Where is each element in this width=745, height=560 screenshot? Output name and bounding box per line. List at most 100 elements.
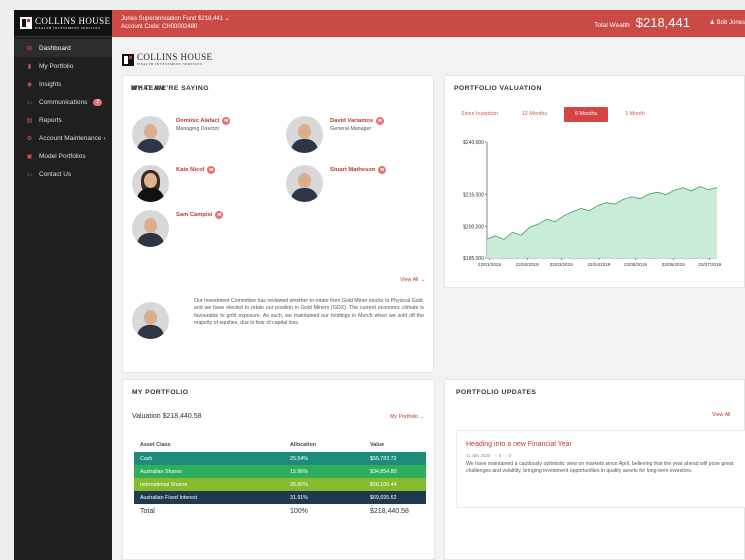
x-tick-label: 22/03/2019 [550, 262, 573, 267]
briefcase-icon: ▣ [26, 153, 33, 160]
avatar [132, 165, 169, 202]
x-tick-label: 22/05/2019 [624, 262, 647, 267]
x-tick-label: 22/04/2019 [587, 262, 610, 267]
table-row[interactable]: Cash 25.54% $55,783.72 [134, 452, 426, 465]
logo-icon [122, 53, 134, 66]
table-row[interactable]: International Shares 26.60% $58,106.44 [134, 478, 426, 491]
logo-icon [20, 17, 32, 29]
avatar [286, 165, 323, 202]
allocation-cell: 31.91% [290, 494, 308, 501]
bar-chart-icon: ▮ [27, 63, 32, 70]
y-tick-label: $200,000 [463, 224, 484, 230]
mail-icon[interactable]: ✉ [378, 166, 387, 174]
logo-text: COLLINS HOUSE WEALTH INVESTMENT SERVICES [35, 15, 111, 30]
y-tick-label: $215,000 [463, 193, 484, 199]
sidebar-item-label: Dashboard [39, 44, 71, 52]
notification-badge: 2 [93, 98, 103, 106]
chat-icon: ▭ [26, 99, 33, 106]
member-name: Dominic Alafaci [176, 118, 220, 124]
member-name: David Variamos [330, 118, 374, 124]
sidebar-item-contact-us[interactable]: ▭ Contact Us [14, 165, 112, 183]
update-title[interactable]: Heading into a new Financial Year [466, 441, 572, 448]
account-switcher[interactable]: Jones Superannuation Fund $218,441 ⌄ Acc… [121, 16, 230, 31]
view-all-link[interactable]: View All → [400, 277, 425, 283]
mail-icon[interactable]: ✉ [376, 117, 385, 125]
total-value: $218,440.58 [370, 508, 409, 515]
value-cell: $58,106.44 [370, 481, 397, 488]
table-header-row: Asset Class Allocation Value [134, 437, 426, 452]
brand-tagline: WEALTH INVESTMENT SERVICES [137, 62, 203, 66]
mail-icon[interactable]: ✉ [222, 117, 231, 125]
eye-icon: ◉ [26, 81, 33, 88]
grid-icon: ⊞ [26, 45, 33, 52]
sidebar-item-label: Reports [39, 116, 62, 124]
member-name: Kate Nicol [176, 167, 205, 173]
saying-title: WHAT WE'RE SAYING [131, 85, 209, 92]
total-allocation: 100% [290, 508, 308, 515]
total-row: Total 100% $218,440.58 [134, 504, 426, 519]
sidebar-item-model-portfolios[interactable]: ▣ Model Portfolios [14, 147, 112, 165]
sidebar-item-insights[interactable]: ◉ Insights [14, 75, 112, 93]
sidebar-item-account-maintenance[interactable]: ⚙ Account Maintenance › [14, 129, 112, 147]
table-row[interactable]: Australian Shares 15.96% $34,854.80 [134, 465, 426, 478]
saying-text: Our Investment Committee has reviewed wh… [194, 298, 424, 326]
update-item[interactable]: Heading into a new Financial Year 11 Jul… [456, 430, 745, 508]
tab-1-month[interactable]: 1 Month [618, 107, 651, 122]
member-role: Managing Director [176, 126, 220, 132]
sidebar: COLLINS HOUSE WEALTH INVESTMENT SERVICES… [14, 10, 112, 560]
team-member: Stuart Matheson ✉ [286, 165, 387, 202]
top-bar: Jones Superannuation Fund $218,441 ⌄ Acc… [112, 10, 745, 37]
update-meta: 11 July 2020 · ♡ 0 · ◌ 0 [466, 453, 512, 458]
gear-icon: ⚙ [26, 135, 33, 142]
column-header: Value [370, 441, 385, 448]
sidebar-item-dashboard[interactable]: ⊞ Dashboard [14, 39, 112, 57]
y-tick-label: $240,000 [463, 140, 484, 146]
view-all-link[interactable]: View All [712, 412, 730, 418]
updates-title: PORTFOLIO UPDATES [456, 389, 537, 396]
x-tick-label: 22/07/2019 [698, 262, 721, 267]
mail-icon[interactable]: ✉ [207, 166, 216, 174]
portfolio-valuation-card: PORTFOLIO VALUATION Since Inception 12 M… [444, 75, 745, 288]
sidebar-logo[interactable]: COLLINS HOUSE WEALTH INVESTMENT SERVICES [14, 10, 112, 37]
avatar [132, 302, 169, 339]
tab-12-months[interactable]: 12 Months [515, 107, 554, 122]
allocation-cell: 25.54% [290, 455, 308, 462]
user-menu[interactable]: ♟ Bob Jones [710, 19, 745, 26]
sidebar-item-label: Insights [39, 80, 62, 88]
sidebar-item-label: Account Maintenance › [39, 134, 106, 142]
my-portfolio-card: MY PORTFOLIO Valuation $218,440.58 My Po… [122, 379, 435, 560]
total-wealth-label: Total Wealth [594, 22, 630, 29]
valuation-area [487, 186, 717, 258]
account-code: Account Code: CH00002480 [121, 23, 198, 30]
sidebar-item-label: My Portfolio [39, 62, 74, 70]
page-brand-logo: COLLINS HOUSE WEALTH INVESTMENT SERVICES [122, 53, 212, 66]
brand-tagline: WEALTH INVESTMENT SERVICES [35, 25, 101, 30]
mail-icon[interactable]: ✉ [215, 211, 224, 219]
allocation-cell: 15.96% [290, 468, 308, 475]
document-icon: ▤ [26, 117, 33, 124]
table-row[interactable]: Australian Fixed Interest 31.91% $69,695.6… [134, 491, 426, 504]
author-photo [132, 302, 169, 339]
sidebar-item-reports[interactable]: ▤ Reports [14, 111, 112, 129]
valuation-title: PORTFOLIO VALUATION [454, 85, 542, 92]
x-tick-label: 22/02/2019 [516, 262, 539, 267]
valuation-chart: $240,000$215,000$200,000$185,00022/01/20… [463, 140, 721, 267]
asset-cell: Australian Shares [140, 468, 182, 475]
sidebar-item-label: Communications [39, 98, 88, 106]
sidebar-item-my-portfolio[interactable]: ▮ My Portfolio [14, 57, 112, 75]
total-label: Total [140, 508, 155, 515]
column-header: Asset Class [140, 441, 171, 448]
x-tick-label: 22/06/2019 [662, 262, 685, 267]
portfolio-valuation: Valuation $218,440.58 [132, 413, 202, 420]
asset-cell: Cash [140, 455, 153, 462]
avatar [132, 116, 169, 153]
tab-6-months[interactable]: 6 Months [564, 107, 609, 122]
value-cell: $69,695.62 [370, 494, 397, 501]
brand-name: COLLINS HOUSE [35, 15, 111, 26]
sidebar-item-communications[interactable]: ▭ Communications 2 [14, 93, 112, 111]
my-portfolio-link[interactable]: My Portfolio → [390, 414, 425, 420]
member-role: General Manager [330, 126, 372, 132]
team-member: Kate Nicol ✉ [132, 165, 216, 202]
tab-since-inception[interactable]: Since Inception [454, 107, 505, 122]
update-body: We have maintained a cautiously optimist… [466, 461, 734, 475]
